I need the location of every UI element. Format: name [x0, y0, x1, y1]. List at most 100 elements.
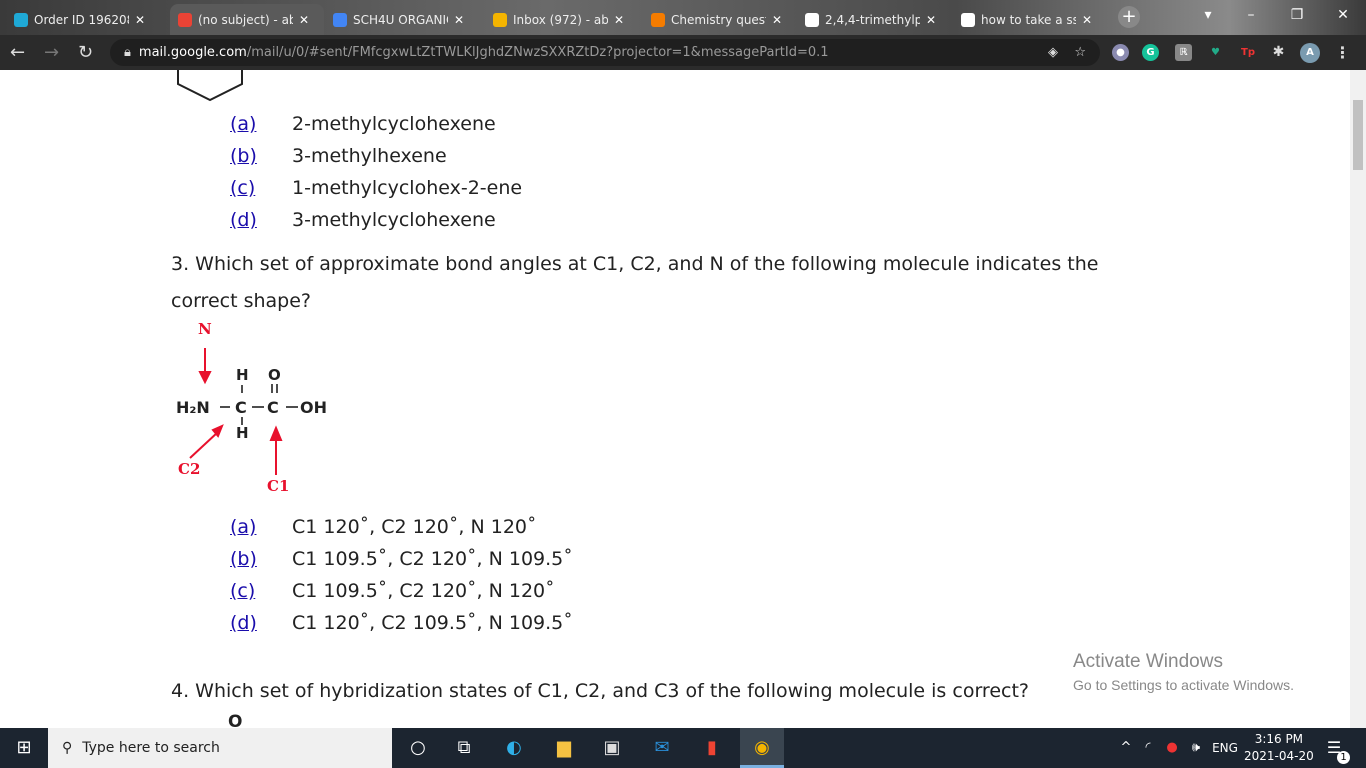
extension-android-icon[interactable]: ♥	[1207, 44, 1224, 61]
taskbar-search-input[interactable]: ⚲ Type here to search	[48, 728, 392, 768]
tab-search-button[interactable]: ▾	[1188, 0, 1228, 30]
google-docs-icon	[333, 12, 347, 27]
close-window-button[interactable]: ✕	[1320, 0, 1366, 30]
option-text: C1 109.5˚, C2 120˚, N 109.5˚	[292, 548, 573, 570]
oh-group: OH	[300, 398, 327, 417]
view-site-icon[interactable]: ◈	[1048, 45, 1058, 60]
url-input[interactable]: 🔒︎ mail.google.com/mail/u/0/#sent/FMfcgx…	[110, 39, 1100, 66]
clock[interactable]: 3:16 PM 2021-04-20	[1244, 731, 1314, 765]
question-4-text: 4. Which set of hybridization states of …	[171, 680, 1029, 702]
office-icon[interactable]: ▮	[700, 736, 724, 760]
option-text: 1-methylcyclohex-2-ene	[292, 177, 523, 199]
tab-close-icon[interactable]: ✕	[1082, 13, 1092, 27]
tab-close-icon[interactable]: ✕	[772, 13, 782, 27]
mail-icon[interactable]: ✉	[650, 736, 674, 760]
tab-close-icon[interactable]: ✕	[926, 13, 936, 27]
minimize-button[interactable]: –	[1228, 0, 1274, 30]
option-text: 2-methylcyclohexene	[292, 113, 496, 135]
onedrive-error-icon[interactable]: ●	[1160, 736, 1184, 760]
option-text: C1 109.5˚, C2 120˚, N 120˚	[292, 580, 555, 602]
q4-oxygen-atom: O	[228, 712, 243, 728]
option-link[interactable]: (c)	[230, 580, 292, 602]
file-explorer-icon[interactable]: ▆	[552, 736, 576, 760]
answer-option: (a) 2-methylcyclohexene	[230, 113, 496, 135]
h2n-group: H₂N	[176, 398, 210, 417]
chrome-taskbar-icon[interactable]: ◉	[740, 728, 784, 768]
option-text: 3-methylhexene	[292, 145, 447, 167]
google-icon	[805, 12, 819, 27]
h-top: H	[236, 366, 249, 384]
chegg-icon	[651, 12, 665, 27]
url-host: mail.google.com	[138, 45, 247, 60]
vertical-scrollbar[interactable]	[1350, 70, 1366, 728]
tab-close-icon[interactable]: ✕	[614, 13, 624, 27]
task-view-icon[interactable]: ⧉	[452, 736, 476, 760]
yahoo-mail-icon	[493, 12, 507, 27]
option-link[interactable]: (a)	[230, 113, 292, 135]
tab-close-icon[interactable]: ✕	[454, 13, 464, 27]
browser-tab[interactable]: (no subject) - abd ✕	[170, 4, 324, 35]
answer-option: (c) C1 109.5˚, C2 120˚, N 120˚	[230, 580, 555, 602]
tab-title: 2,4,4-trimethylpe	[825, 12, 920, 27]
option-text: C1 120˚, C2 120˚, N 120˚	[292, 516, 537, 538]
windows-start-icon[interactable]: ⊞	[12, 736, 36, 760]
tp-extension-icon[interactable]: Tp	[1238, 44, 1258, 61]
option-text: 3-methylcyclohexene	[292, 209, 496, 231]
option-link[interactable]: (c)	[230, 177, 292, 199]
back-icon[interactable]: ←	[10, 42, 25, 63]
address-bar-row: ← → ↻ 🔒︎ mail.google.com/mail/u/0/#sent/…	[0, 35, 1366, 70]
option-link[interactable]: (b)	[230, 145, 292, 167]
option-link[interactable]: (d)	[230, 209, 292, 231]
search-placeholder: Type here to search	[82, 740, 220, 756]
h-bottom: H	[236, 424, 249, 442]
answer-option: (b) C1 109.5˚, C2 120˚, N 109.5˚	[230, 548, 573, 570]
extension-r-icon[interactable]: ℝ	[1175, 44, 1192, 61]
option-link[interactable]: (a)	[230, 516, 292, 538]
tab-close-icon[interactable]: ✕	[299, 13, 309, 27]
extension-circle-icon[interactable]: ●	[1112, 44, 1129, 61]
c2-label: C2	[178, 460, 201, 478]
amino-acid-structure: N H₂N C C OH H H O C2 C1	[160, 320, 360, 500]
document-viewer: (a) 2-methylcyclohexene (b) 3-methylhexene(…	[0, 70, 1350, 728]
menu-kebab-icon[interactable]: ⋮	[1334, 44, 1351, 61]
browser-tab[interactable]: Order ID 1962082 ✕	[6, 4, 160, 35]
new-tab-button[interactable]: +	[1118, 6, 1140, 28]
browser-tab[interactable]: how to take a ss ✕	[953, 4, 1103, 35]
browser-tab[interactable]: SCH4U ORGANIC ✕	[325, 4, 479, 35]
option-link[interactable]: (b)	[230, 548, 292, 570]
bookmark-star-icon[interactable]: ☆	[1074, 45, 1086, 60]
answer-option: (d) C1 120˚, C2 109.5˚, N 109.5˚	[230, 612, 573, 634]
wifi-icon[interactable]: ◜	[1136, 736, 1160, 760]
scrollbar-thumb[interactable]	[1353, 100, 1363, 170]
answer-option: (c) 1-methylcyclohex-2-ene	[230, 177, 522, 199]
language-indicator[interactable]: ENG	[1210, 736, 1240, 760]
c1-atom: C	[267, 398, 279, 417]
cortana-icon[interactable]: ○	[406, 736, 430, 760]
option-link[interactable]: (d)	[230, 612, 292, 634]
notifications-icon[interactable]: ☰ 1	[1322, 736, 1350, 764]
browser-tab[interactable]: 2,4,4-trimethylpe ✕	[797, 4, 951, 35]
forward-icon[interactable]: →	[44, 42, 59, 63]
edge-icon[interactable]: ◐	[502, 736, 526, 760]
grammarly-icon[interactable]: G	[1142, 44, 1159, 61]
show-hidden-icons-chevron[interactable]: ^	[1114, 736, 1138, 760]
watermark-title: Activate Windows	[1073, 651, 1223, 672]
watermark-subtitle: Go to Settings to activate Windows.	[1073, 677, 1294, 693]
notification-count-badge: 1	[1337, 751, 1350, 764]
profile-avatar[interactable]: A	[1300, 43, 1320, 63]
browser-tab[interactable]: Inbox (972) - abd ✕	[485, 4, 639, 35]
search-icon: ⚲	[62, 740, 73, 756]
extensions-puzzle-icon[interactable]: ✱	[1270, 44, 1287, 61]
restore-button[interactable]: ❐	[1274, 0, 1320, 30]
reload-icon[interactable]: ↻	[78, 42, 93, 63]
c1-label: C1	[267, 477, 290, 495]
browser-tab[interactable]: Chemistry questio ✕	[643, 4, 797, 35]
writing-service-icon	[14, 12, 28, 27]
store-icon[interactable]: ▣	[600, 736, 624, 760]
option-text: C1 120˚, C2 109.5˚, N 109.5˚	[292, 612, 573, 634]
tab-close-icon[interactable]: ✕	[135, 13, 145, 27]
tab-title: how to take a ss	[981, 12, 1076, 27]
volume-icon[interactable]: 🕪︎	[1184, 736, 1208, 760]
c2-atom: C	[235, 398, 247, 417]
answer-option: (d) 3-methylcyclohexene	[230, 209, 496, 231]
